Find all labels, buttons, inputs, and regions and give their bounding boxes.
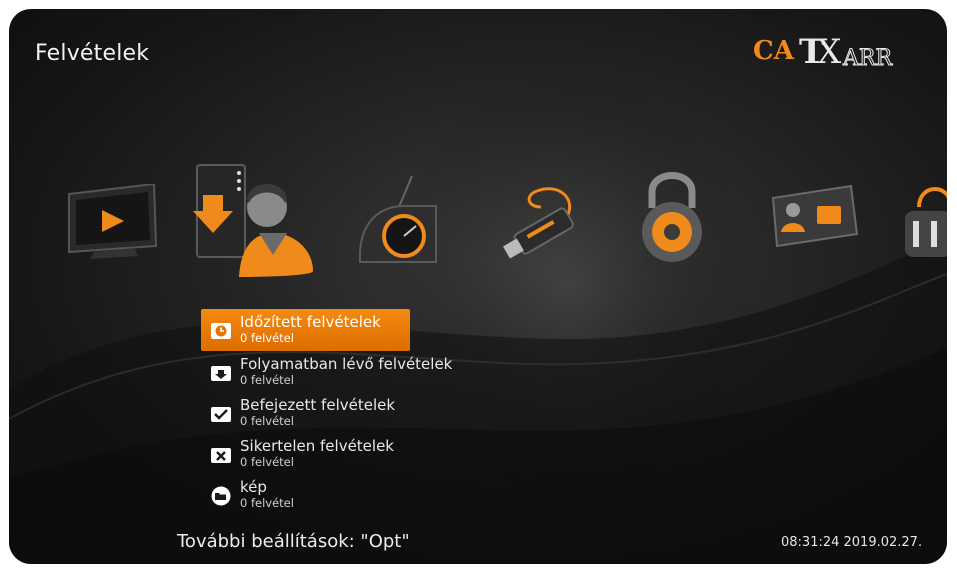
icon-carousel: [9, 159, 947, 279]
menu-item-picture[interactable]: kép 0 felvétel: [201, 474, 491, 515]
menu-item-subtitle: 0 felvétel: [240, 331, 294, 345]
smartcard-icon[interactable]: [767, 184, 862, 254]
recordings-user-icon[interactable]: [189, 159, 319, 279]
folder-icon: [211, 486, 231, 506]
tv-screen: Felvételek CA T X ARR Időzített felvétel…: [9, 9, 947, 564]
menu-item-title: Folyamatban lévő felvételek: [240, 355, 453, 373]
clock-icon: [211, 323, 231, 339]
menu-item-scheduled[interactable]: Időzített felvételek 0 felvétel: [201, 309, 410, 351]
svg-text:CA: CA: [753, 36, 795, 66]
menu-item-failed[interactable]: Sikertelen felvételek 0 felvétel: [201, 433, 491, 474]
svg-text:X: X: [817, 32, 842, 72]
page-title: Felvételek: [35, 41, 150, 66]
menu-item-title: Befejezett felvételek: [240, 396, 396, 414]
recordings-menu: Időzített felvételek 0 felvétel Folyamat…: [201, 309, 491, 515]
menu-item-subtitle: 0 felvétel: [240, 496, 294, 510]
options-hint: További beállítások: "Opt": [177, 531, 410, 552]
menu-item-subtitle: 0 felvétel: [240, 455, 294, 469]
menu-item-subtitle: 0 felvétel: [240, 414, 294, 428]
menu-item-in-progress[interactable]: Folyamatban lévő felvételek 0 felvétel: [201, 351, 491, 392]
shield-lock-icon[interactable]: [901, 177, 947, 267]
padlock-icon[interactable]: [637, 164, 707, 264]
radio-icon[interactable]: [352, 174, 442, 269]
svg-text:ARR: ARR: [842, 46, 893, 71]
tv-play-icon[interactable]: [64, 184, 164, 259]
clock-datetime: 08:31:24 2019.02.27.: [781, 535, 923, 550]
download-box-icon: [211, 366, 231, 381]
checkmark-box-icon: [211, 407, 231, 422]
catv-logo: CA T X ARR: [753, 32, 894, 72]
menu-item-subtitle: 0 felvétel: [240, 373, 294, 387]
menu-item-completed[interactable]: Befejezett felvételek 0 felvétel: [201, 392, 491, 433]
menu-item-title: Sikertelen felvételek: [240, 437, 394, 455]
x-box-icon: [211, 448, 231, 463]
menu-item-title: Időzített felvételek: [240, 313, 381, 331]
menu-item-title: kép: [240, 478, 267, 496]
usb-drive-icon[interactable]: [497, 177, 587, 262]
